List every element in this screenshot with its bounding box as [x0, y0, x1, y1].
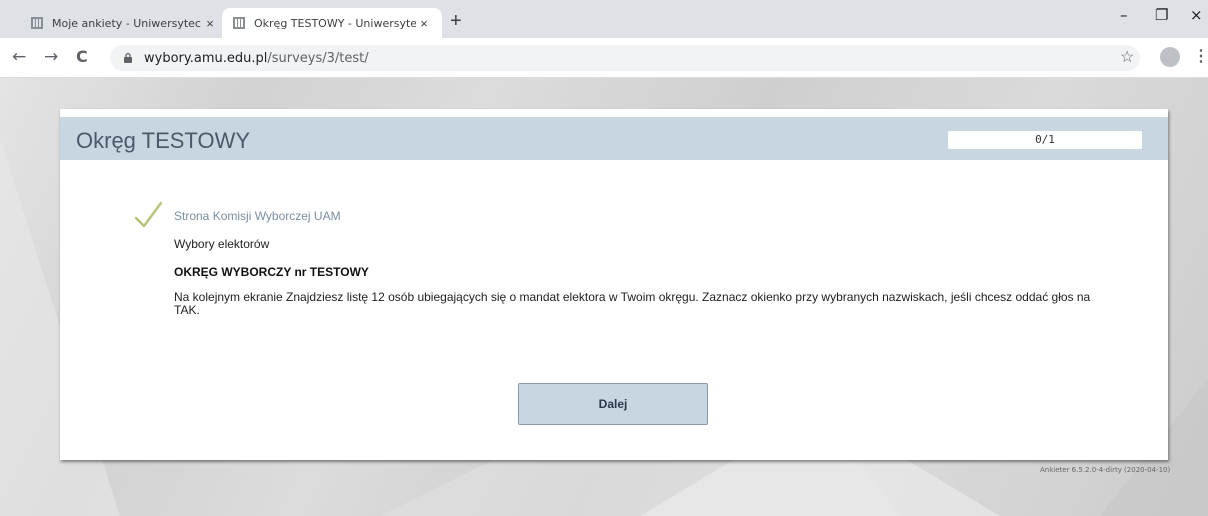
avatar-icon[interactable] [1160, 47, 1180, 67]
url-path: /surveys/3/test/ [267, 50, 369, 66]
favicon-icon [233, 17, 245, 29]
tab-title: Okręg TESTOWY - Uniwersytecki [254, 16, 416, 30]
back-button[interactable]: ← [12, 47, 26, 67]
progress-indicator: 0/1 [948, 131, 1142, 149]
tab-close-icon[interactable]: × [202, 16, 218, 31]
restore-button[interactable]: ❐ [1155, 6, 1168, 24]
version-label: Ankieter 6.5.2.0-4-dirty (2020-04-10) [1040, 466, 1171, 474]
reload-button[interactable]: C [76, 47, 88, 66]
commission-link[interactable]: Strona Komisji Wyborczej UAM [174, 209, 341, 223]
district-heading: OKRĘG WYBORCZY nr TESTOWY [174, 265, 369, 279]
tab-moje-ankiety[interactable]: Moje ankiety - Uniwersytecki Sys × [20, 8, 228, 38]
checkmark-icon [134, 201, 162, 228]
page-title: Okręg TESTOWY [76, 128, 251, 153]
lock-icon [124, 52, 132, 63]
survey-header: Okręg TESTOWY 0/1 [60, 117, 1168, 160]
address-bar[interactable]: wybory.amu.edu.pl/surveys/3/test/ [110, 45, 1140, 71]
next-button[interactable]: Dalej [518, 383, 708, 425]
tab-close-icon[interactable]: × [416, 16, 432, 31]
election-name: Wybory elektorów [174, 237, 270, 251]
instructions-text: Na kolejnym ekranie Znajdziesz listę 12 … [174, 290, 1091, 317]
star-icon[interactable]: ☆ [1120, 47, 1134, 67]
minimize-button[interactable]: – [1120, 6, 1128, 24]
favicon-icon [31, 17, 43, 29]
tab-title: Moje ankiety - Uniwersytecki Sys [52, 16, 202, 30]
browser-tabstrip: Moje ankiety - Uniwersytecki Sys × Okręg… [0, 0, 1208, 38]
new-tab-button[interactable]: + [450, 11, 462, 31]
menu-icon[interactable]: ⋮ [1193, 46, 1208, 66]
url-domain: wybory.amu.edu.pl [144, 50, 268, 66]
browser-toolbar: ← → C wybory.amu.edu.pl/surveys/3/test/ … [0, 38, 1208, 78]
forward-button[interactable]: → [44, 47, 58, 67]
tab-okreg-testowy[interactable]: Okręg TESTOWY - Uniwersytecki × [222, 8, 442, 38]
survey-card: Okręg TESTOWY 0/1 Strona Komisji Wyborcz… [60, 109, 1168, 460]
close-window-button[interactable]: × [1190, 6, 1203, 24]
